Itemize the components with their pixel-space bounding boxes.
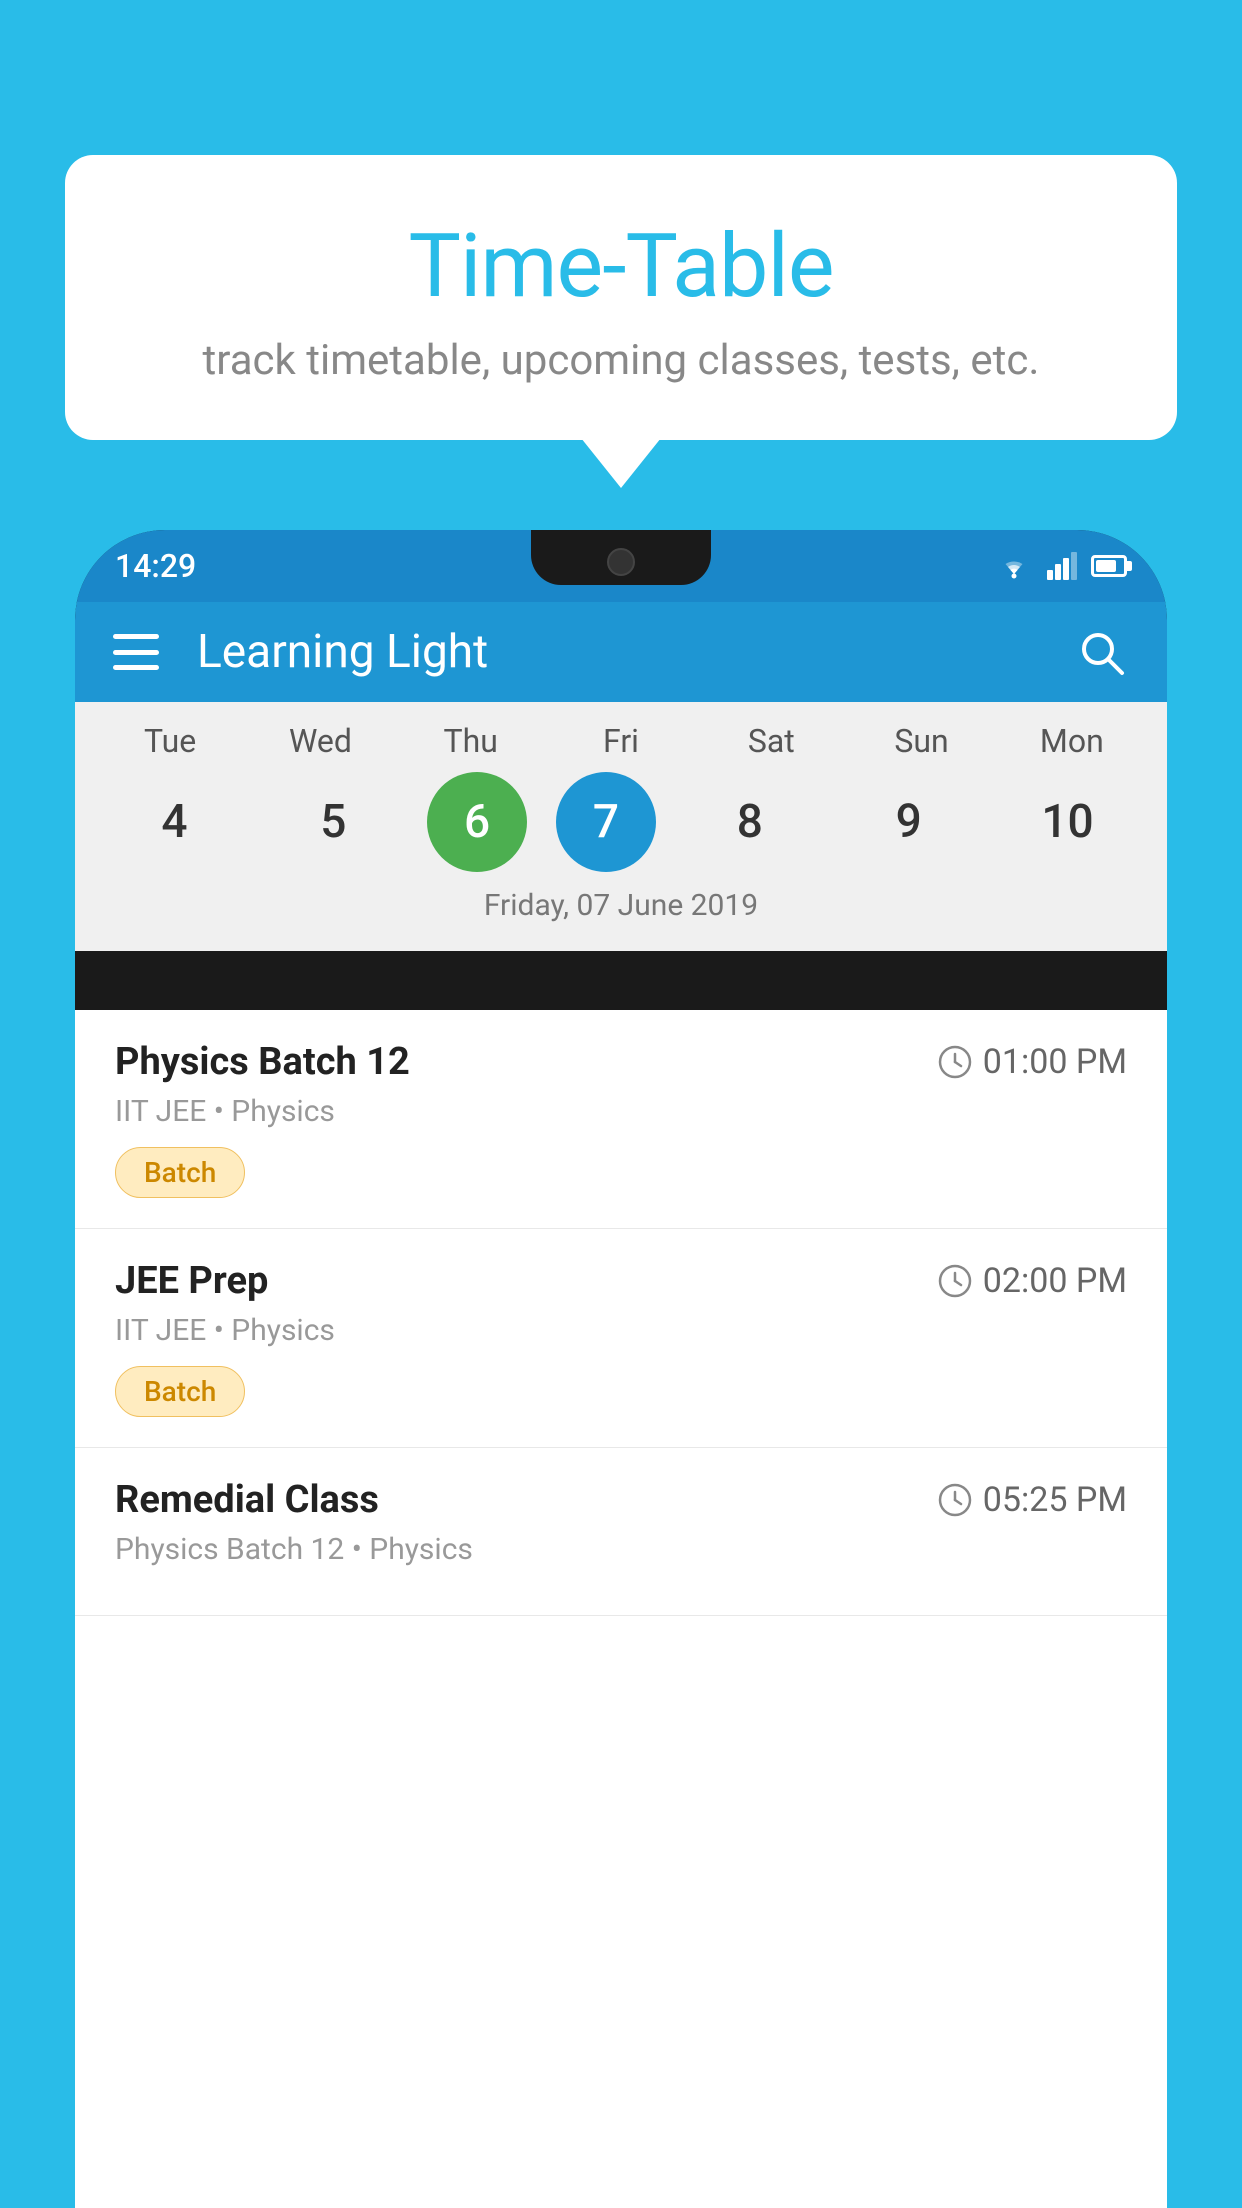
day-7[interactable]: 7 <box>556 772 656 872</box>
item-2-title: JEE Prep <box>115 1259 268 1303</box>
item-1-title: Physics Batch 12 <box>115 1040 410 1084</box>
clock-icon-2 <box>937 1263 973 1299</box>
item-1-time: 01:00 PM <box>937 1042 1127 1082</box>
wifi-icon <box>995 552 1033 580</box>
day-name-sun: Sun <box>857 722 987 760</box>
day-name-sat: Sat <box>706 722 836 760</box>
day-name-thu: Thu <box>406 722 536 760</box>
status-icons <box>995 552 1127 580</box>
item-2-subtitle: IIT JEE • Physics <box>115 1313 1127 1348</box>
item-3-title: Remedial Class <box>115 1478 379 1522</box>
item-3-time: 05:25 PM <box>937 1480 1127 1520</box>
tooltip-card: Time-Table track timetable, upcoming cla… <box>65 155 1177 440</box>
item-3-subtitle: Physics Batch 12 • Physics <box>115 1532 1127 1567</box>
phone-frame: 14:29 <box>75 530 1167 2208</box>
day-name-tue: Tue <box>105 722 235 760</box>
schedule-container: Physics Batch 12 01:00 PM IIT JEE • Phys… <box>75 1010 1167 2208</box>
day-6[interactable]: 6 <box>427 772 527 872</box>
phone-notch <box>531 530 711 585</box>
day-8[interactable]: 8 <box>685 772 815 872</box>
tooltip-subtitle: track timetable, upcoming classes, tests… <box>115 336 1127 385</box>
item-2-time: 02:00 PM <box>937 1261 1127 1301</box>
clock-icon-3 <box>937 1482 973 1518</box>
phone-camera <box>607 548 635 576</box>
schedule-item-2[interactable]: JEE Prep 02:00 PM IIT JEE • Physics Batc… <box>75 1229 1167 1448</box>
item-1-badge: Batch <box>115 1147 245 1198</box>
calendar-strip: Tue Wed Thu Fri Sat Sun Mon 4 5 6 7 8 9 … <box>75 702 1167 951</box>
app-title: Learning Light <box>197 625 1073 679</box>
hamburger-menu-button[interactable] <box>113 634 159 670</box>
item-1-subtitle: IIT JEE • Physics <box>115 1094 1127 1129</box>
schedule-item-3[interactable]: Remedial Class 05:25 PM Physics Batch 12… <box>75 1448 1167 1616</box>
search-icon <box>1076 627 1126 677</box>
day-9[interactable]: 9 <box>844 772 974 872</box>
day-10[interactable]: 10 <box>1002 772 1132 872</box>
day-name-mon: Mon <box>1007 722 1137 760</box>
battery-icon <box>1091 555 1127 577</box>
item-2-badge: Batch <box>115 1366 245 1417</box>
schedule-item-1[interactable]: Physics Batch 12 01:00 PM IIT JEE • Phys… <box>75 1010 1167 1229</box>
day-name-fri: Fri <box>556 722 686 760</box>
day-5[interactable]: 5 <box>268 772 398 872</box>
day-4[interactable]: 4 <box>109 772 239 872</box>
app-bar: Learning Light <box>75 602 1167 702</box>
signal-icon <box>1047 552 1077 580</box>
search-button[interactable] <box>1073 624 1129 680</box>
status-time: 14:29 <box>115 547 196 585</box>
selected-date-label: Friday, 07 June 2019 <box>75 888 1167 941</box>
day-name-wed: Wed <box>255 722 385 760</box>
tooltip-title: Time-Table <box>115 215 1127 318</box>
clock-icon-1 <box>937 1044 973 1080</box>
